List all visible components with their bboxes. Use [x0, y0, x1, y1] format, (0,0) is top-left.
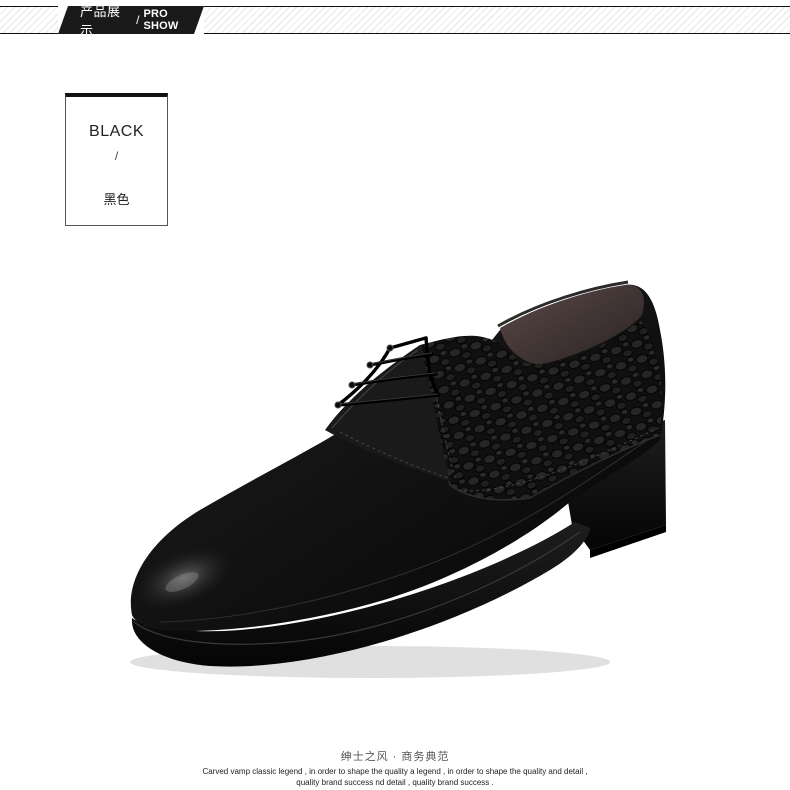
header-title-en: PRO SHOW [143, 8, 179, 32]
description-line-1: Carved vamp classic legend , in order to… [202, 767, 588, 776]
slogan: 绅士之风 · 商务典范 [340, 751, 450, 763]
header-tab: 产品展示 / PRO SHOW [58, 6, 204, 34]
product-description: Carved vamp classic legend , in order to… [0, 766, 790, 788]
header-hatch-left [0, 6, 58, 34]
product-image-shoe [130, 280, 666, 678]
color-label-box: BLACK / 黑色 [65, 93, 168, 226]
color-separator: / [114, 149, 119, 163]
header-hatch-right [204, 6, 790, 34]
header-separator: / [136, 13, 140, 27]
section-header: 产品展示 / PRO SHOW [0, 6, 790, 34]
description-line-2: quality brand success nd detail , qualit… [296, 778, 494, 787]
color-name-cn: 黑色 [103, 192, 130, 207]
header-title-cn: 产品展示 [80, 4, 121, 38]
color-name-en: BLACK [89, 123, 144, 140]
